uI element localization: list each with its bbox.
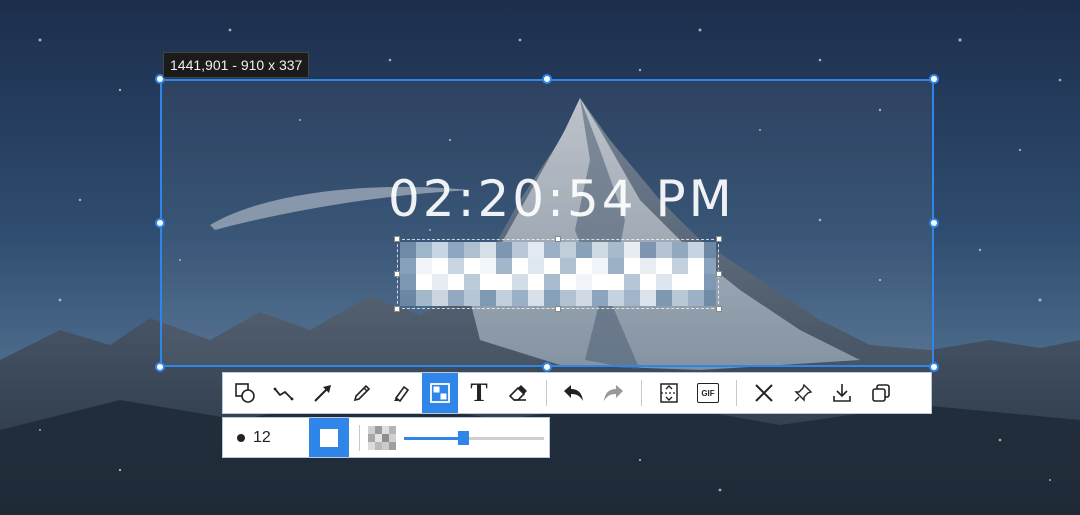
fill-rect-toggle[interactable] bbox=[309, 418, 349, 457]
redo-button[interactable] bbox=[595, 373, 631, 413]
polyline-icon bbox=[273, 387, 294, 401]
mosaic-handle[interactable] bbox=[394, 236, 400, 242]
arrow-tool[interactable] bbox=[305, 373, 341, 413]
toolbar-divider bbox=[545, 380, 547, 406]
undo-icon bbox=[564, 385, 583, 401]
resize-handle-bottom[interactable] bbox=[542, 362, 552, 372]
shape-icon bbox=[235, 383, 255, 403]
close-button[interactable] bbox=[746, 373, 782, 413]
mosaic-annotation[interactable] bbox=[394, 236, 722, 312]
subbar-divider bbox=[359, 424, 360, 451]
mosaic-icon bbox=[430, 383, 450, 403]
arrow-icon bbox=[314, 385, 331, 402]
mosaic-tool[interactable] bbox=[422, 373, 458, 413]
highlighter-tool[interactable] bbox=[383, 373, 419, 413]
mosaic-handle[interactable] bbox=[394, 306, 400, 312]
toolbar-divider bbox=[640, 380, 642, 406]
pencil-tool[interactable] bbox=[344, 373, 380, 413]
resize-handle-right[interactable] bbox=[929, 218, 939, 228]
annotation-toolbar: T GIF bbox=[222, 372, 932, 414]
desktop-clock: 02:20:54 PM bbox=[388, 170, 735, 228]
undo-button[interactable] bbox=[556, 373, 592, 413]
pencil-icon bbox=[353, 384, 371, 402]
pin-icon bbox=[794, 383, 813, 402]
download-icon bbox=[833, 384, 851, 402]
resize-handle-bottom-right[interactable] bbox=[929, 362, 939, 372]
resize-handle-bottom-left[interactable] bbox=[155, 362, 165, 372]
mosaic-options-bar: 12 bbox=[222, 417, 550, 458]
mosaic-handle[interactable] bbox=[555, 306, 561, 312]
mosaic-handle[interactable] bbox=[716, 236, 722, 242]
gif-icon-label: GIF bbox=[701, 388, 715, 398]
mosaic-selection-border bbox=[397, 239, 719, 309]
text-tool[interactable]: T bbox=[461, 373, 497, 413]
mosaic-handle[interactable] bbox=[555, 236, 561, 242]
pin-button[interactable] bbox=[785, 373, 821, 413]
scroll-capture-button[interactable] bbox=[651, 373, 687, 413]
brush-size-control[interactable]: 12 bbox=[223, 429, 297, 447]
redo-icon bbox=[604, 385, 623, 401]
brush-size-value: 12 bbox=[253, 428, 271, 446]
brush-dot-icon bbox=[237, 433, 245, 442]
slider-fill bbox=[404, 436, 463, 440]
toolbar-divider bbox=[735, 380, 737, 406]
slider-knob[interactable] bbox=[457, 430, 469, 445]
resize-handle-top-right[interactable] bbox=[929, 74, 939, 84]
mosaic-handle[interactable] bbox=[716, 271, 722, 277]
selection-size-label: 1441,901 - 910 x 337 bbox=[163, 52, 310, 78]
mosaic-strength-icon bbox=[368, 425, 396, 450]
copy-button[interactable] bbox=[863, 373, 899, 413]
mosaic-handle[interactable] bbox=[394, 271, 400, 277]
save-button[interactable] bbox=[824, 373, 860, 413]
resize-handle-left[interactable] bbox=[155, 218, 165, 228]
gif-button[interactable]: GIF bbox=[690, 373, 726, 413]
resize-handle-top[interactable] bbox=[542, 74, 552, 84]
eraser-icon bbox=[508, 385, 527, 401]
eraser-tool[interactable] bbox=[500, 373, 536, 413]
highlighter-icon bbox=[394, 385, 410, 403]
mosaic-handle[interactable] bbox=[716, 306, 722, 312]
text-icon: T bbox=[470, 378, 488, 407]
filled-square-icon bbox=[320, 428, 338, 447]
copy-icon bbox=[872, 384, 890, 402]
polyline-tool[interactable] bbox=[266, 373, 302, 413]
gif-icon: GIF bbox=[697, 383, 719, 403]
shape-tool[interactable] bbox=[227, 373, 263, 413]
scroll-capture-icon bbox=[660, 383, 678, 403]
close-icon bbox=[755, 384, 773, 402]
mosaic-strength-slider[interactable] bbox=[404, 430, 544, 446]
